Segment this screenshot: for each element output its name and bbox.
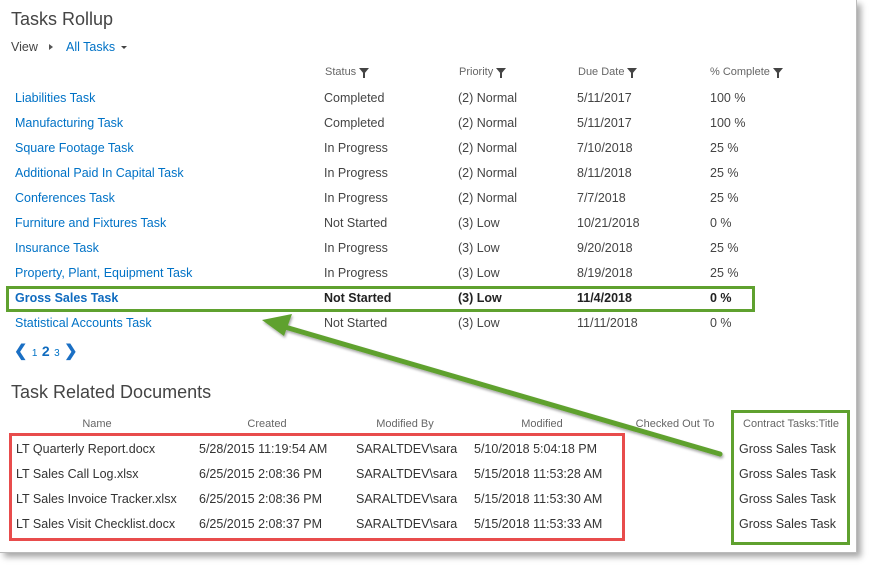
- web-part-panel: Tasks Rollup View All Tasks Status Prior…: [0, 0, 857, 553]
- annotation-arrow: [262, 314, 723, 457]
